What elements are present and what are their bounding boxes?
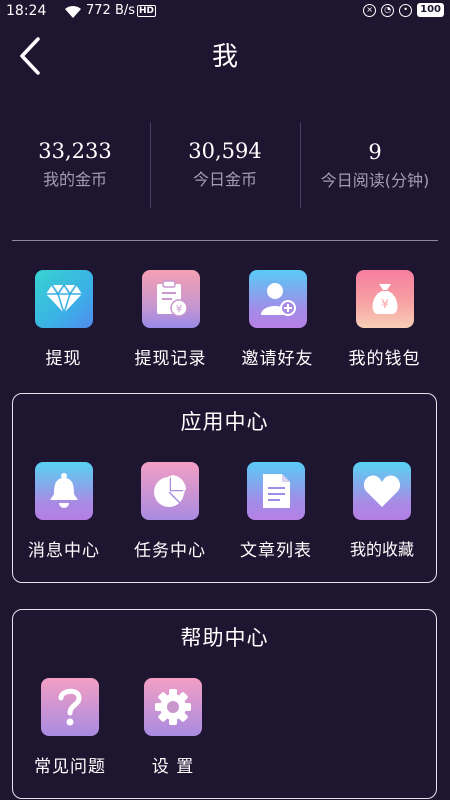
bell-icon xyxy=(35,462,93,520)
withdraw-record-button[interactable]: ¥ 提现记录 xyxy=(117,270,224,369)
item-label: 我的钱包 xyxy=(348,349,421,369)
diamond-icon xyxy=(34,270,93,328)
wifi-icon xyxy=(64,4,82,23)
heart-icon xyxy=(353,462,411,520)
message-center-button[interactable]: 消息中心 xyxy=(11,462,117,561)
item-label: 提现记录 xyxy=(134,349,207,369)
withdraw-record-icon: ¥ xyxy=(141,270,200,328)
alarm-icon: • xyxy=(399,3,413,17)
my-favorites-button[interactable]: 我的收藏 xyxy=(329,462,435,561)
app-center-grid: 消息中心 任务中心 文章列表 我的收藏 xyxy=(11,462,436,561)
article-list-button[interactable]: 文章列表 xyxy=(223,462,329,561)
stat-value: 30,594 xyxy=(188,139,262,163)
divider xyxy=(12,240,438,241)
item-label: 提现 xyxy=(45,349,82,369)
stat-label: 我的金币 xyxy=(42,170,107,189)
help-center-panel: 帮助中心 常见问题 设 置 xyxy=(12,609,437,799)
item-label: 设 置 xyxy=(151,757,195,777)
settings-button[interactable]: 设 置 xyxy=(125,678,221,777)
money-bag-icon: ¥ xyxy=(355,270,414,328)
item-label: 消息中心 xyxy=(28,541,100,561)
pie-chart-icon xyxy=(141,462,199,520)
invite-friend-button[interactable]: 邀请好友 xyxy=(224,270,331,369)
faq-button[interactable]: 常见问题 xyxy=(15,678,125,777)
stat-value: 33,233 xyxy=(38,139,112,163)
svg-text:¥: ¥ xyxy=(175,304,181,315)
status-icons: × ◔ • 100 xyxy=(363,3,444,17)
document-icon xyxy=(247,462,305,520)
withdraw-button[interactable]: 提现 xyxy=(10,270,117,369)
task-center-button[interactable]: 任务中心 xyxy=(117,462,223,561)
quick-actions: 提现 ¥ 提现记录 邀请好友 ¥ 我的钱包 xyxy=(10,270,440,369)
page-title: 我 xyxy=(211,42,238,72)
lock-rotation-icon: ◔ xyxy=(381,3,395,17)
stat-label: 今日金币 xyxy=(192,170,257,189)
stat-my-coins[interactable]: 33,233 我的金币 xyxy=(0,120,150,210)
item-label: 文章列表 xyxy=(240,541,312,561)
invite-friend-icon xyxy=(248,270,307,328)
mute-icon: × xyxy=(363,3,377,17)
status-bar: 18:24 772 B/s HD × ◔ • 100 xyxy=(0,0,450,24)
item-label: 我的收藏 xyxy=(349,540,414,559)
stat-label: 今日阅读(分钟) xyxy=(320,171,430,190)
item-label: 任务中心 xyxy=(134,541,206,561)
stat-today-reading[interactable]: 9 今日阅读(分钟) xyxy=(300,120,450,210)
stat-value: 9 xyxy=(368,140,382,164)
status-time: 18:24 xyxy=(6,3,47,19)
panel-title: 应用中心 xyxy=(180,410,269,434)
question-icon xyxy=(41,678,99,736)
item-label: 邀请好友 xyxy=(241,349,314,369)
stat-today-coins[interactable]: 30,594 今日金币 xyxy=(150,120,300,210)
panel-title: 帮助中心 xyxy=(180,626,269,650)
app-center-panel: 应用中心 消息中心 任务中心 文章列表 我的收藏 xyxy=(12,393,437,583)
hd-badge: HD xyxy=(137,5,157,17)
wallet-button[interactable]: ¥ 我的钱包 xyxy=(331,270,438,369)
gear-icon xyxy=(144,678,202,736)
help-center-grid: 常见问题 设 置 xyxy=(15,678,265,777)
stats-row: 33,233 我的金币 30,594 今日金币 9 今日阅读(分钟) xyxy=(0,120,450,210)
item-label: 常见问题 xyxy=(34,757,106,777)
svg-text:¥: ¥ xyxy=(381,297,389,311)
battery-icon: 100 xyxy=(417,3,444,17)
network-speed: 772 B/s xyxy=(86,3,136,18)
